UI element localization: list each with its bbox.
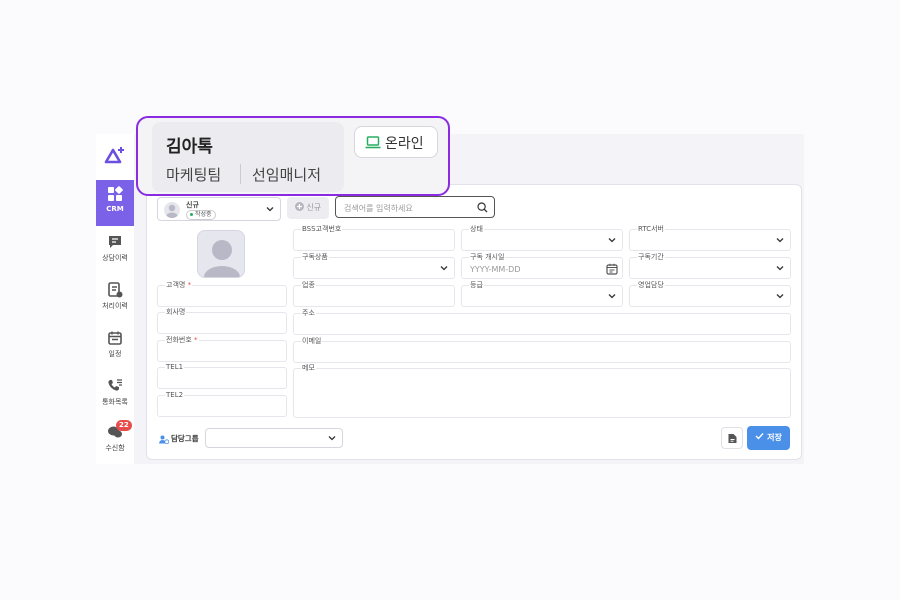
tel1-label: TEL1 [165,363,185,371]
customer-name-label: 고객명 * [165,281,193,289]
draft-save-button[interactable] [721,427,743,449]
chevron-down-icon [608,238,616,243]
chevron-down-icon [776,238,784,243]
save-button[interactable]: 저장 [747,426,790,450]
group-select[interactable] [205,428,343,448]
grade-label: 등급 [469,281,484,289]
sidebar-item-label: 수신함 [105,444,125,452]
sidebar-item-consult-history[interactable]: 상담이력 [96,228,134,274]
header-area [450,134,804,172]
agent-name: 김아톡 [166,137,213,157]
user-group-icon [159,435,170,444]
search-placeholder: 검색어를 입력하세요 [344,204,413,213]
period-label: 구독기간 [637,253,665,261]
phone-label: 전화번호 * [165,336,199,344]
chevron-down-icon [266,207,274,212]
chat-icon [109,236,121,248]
sidebar-item-label: 처리이력 [102,302,128,310]
online-status-label: 온라인 [385,136,424,152]
chevron-down-icon [328,436,336,441]
online-status-button[interactable]: 온라인 [354,126,438,158]
status-select[interactable] [461,229,623,251]
sidebar-item-label: 상담이력 [102,254,128,262]
email-label: 이메일 [301,337,323,345]
product-label: 구독상품 [301,253,329,261]
status-badge: 작성중 [186,210,216,220]
person-icon [166,204,178,218]
sidebar-item-label: CRM [106,205,124,213]
calendar-icon [108,331,122,345]
plus-circle-icon [294,202,304,211]
divider [240,164,241,184]
avatar [164,202,180,218]
calendar-icon[interactable] [606,263,618,275]
industry-label: 업종 [301,281,316,289]
customer-select-name: 신규 [186,201,199,209]
bss-number-label: BSS고객번호 [301,225,343,233]
sidebar: CRM 상담이력 처리이력 일정 통화목록 수신함 22 [96,134,134,464]
rtc-server-label: RTC서버 [637,225,665,233]
start-date-label: 구독 개시일 [469,253,506,261]
tel2-label: TEL2 [165,391,185,399]
grid-icon [108,186,123,201]
chevron-down-icon [440,266,448,271]
person-icon [204,240,240,277]
app-logo-icon[interactable] [102,142,128,168]
check-icon [755,433,764,440]
unread-count-badge: 22 [116,420,132,431]
sales-manager-label: 영업담당 [637,281,665,289]
chevron-down-icon [776,266,784,271]
status-label: 상태 [469,225,484,233]
sidebar-item-label: 통화목록 [102,398,128,406]
sidebar-item-schedule[interactable]: 일정 [96,324,134,370]
agent-profile-popup: 김아톡 마케팅팀 선임매니저 온라인 [136,116,450,196]
file-icon [728,434,737,443]
start-date-placeholder: YYYY-MM-DD [470,265,521,274]
memo-textarea[interactable] [293,368,791,418]
memo-label: 메모 [301,364,316,372]
sidebar-item-crm[interactable]: CRM [96,180,134,226]
address-label: 주소 [301,309,316,317]
sidebar-item-inbox[interactable]: 수신함 22 [96,418,134,464]
chevron-down-icon [608,294,616,299]
agent-team: 마케팅팀 [166,166,222,184]
address-field[interactable] [293,313,791,335]
company-label: 회사명 [165,308,187,316]
sidebar-item-call-list[interactable]: 통화목록 [96,372,134,418]
email-field[interactable] [293,341,791,363]
phone-list-icon [108,379,122,391]
laptop-icon [365,136,381,149]
customer-form-panel: 신규 작성중 신규 검색어를 입력하세요 고객명 * 회사명 전화번호 * TE… [146,184,802,460]
document-icon [108,282,123,298]
customer-select[interactable]: 신규 작성중 [157,197,281,221]
search-input[interactable]: 검색어를 입력하세요 [335,196,495,218]
search-icon[interactable] [477,202,488,213]
grade-select[interactable] [461,285,623,307]
sidebar-item-label: 일정 [108,350,122,358]
new-customer-button[interactable]: 신규 [287,197,329,219]
agent-info: 김아톡 마케팅팀 선임매니저 [152,122,344,192]
sidebar-item-process-history[interactable]: 처리이력 [96,276,134,322]
industry-field[interactable] [293,285,455,307]
group-label: 담당그룹 [159,433,199,444]
agent-role: 선임매니저 [252,166,322,184]
customer-avatar[interactable] [197,230,245,278]
chevron-down-icon [776,294,784,299]
